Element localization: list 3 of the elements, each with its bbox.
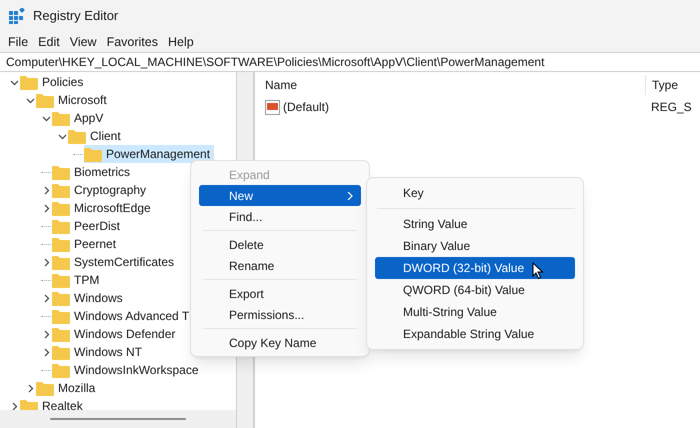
value-type: REG_S bbox=[650, 99, 692, 116]
window-title: Registry Editor bbox=[33, 7, 118, 26]
value-name: (Default) bbox=[283, 99, 330, 116]
